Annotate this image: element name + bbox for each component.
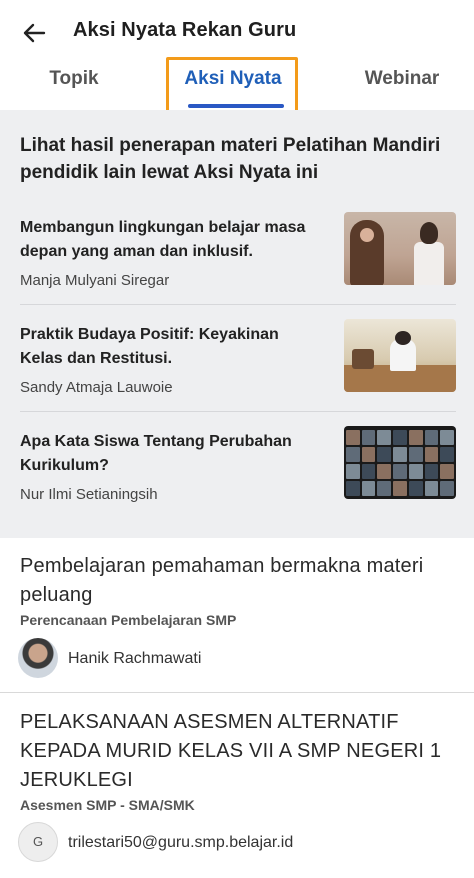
- post-author: Hanik Rachmawati: [68, 650, 202, 667]
- featured-item[interactable]: Apa Kata Siswa Tentang Perubahan Kurikul…: [20, 426, 456, 536]
- app-screen: Aksi Nyata Rekan Guru Topik Aksi Nyata W…: [0, 0, 474, 878]
- featured-item-author: Nur Ilmi Setianingsih: [20, 486, 158, 503]
- featured-item-thumbnail: [344, 212, 456, 285]
- featured-item-author: Sandy Atmaja Lauwoie: [20, 379, 173, 396]
- page-title: Aksi Nyata Rekan Guru: [73, 19, 297, 41]
- divider: [0, 692, 474, 693]
- back-button[interactable]: [18, 18, 50, 48]
- featured-section: Lihat hasil penerapan materi Pelatihan M…: [0, 110, 474, 538]
- top-app-bar: Aksi Nyata Rekan Guru: [0, 0, 474, 64]
- tab-bar: Topik Aksi Nyata Webinar: [0, 58, 474, 108]
- featured-item[interactable]: Membangun lingkungan belajar masa depan …: [20, 212, 456, 322]
- post-category: Perencanaan Pembelajaran SMP: [20, 612, 237, 628]
- post-title: Pembelajaran pemahaman bermakna materi p…: [20, 555, 424, 606]
- featured-item-title: Praktik Budaya Positif: Keyakinan Kelas …: [20, 326, 279, 367]
- tab-webinar[interactable]: Webinar: [360, 68, 444, 104]
- featured-item-thumbnail: [344, 319, 456, 392]
- arrow-left-icon: [23, 23, 46, 43]
- list-item[interactable]: PELAKSANAAN ASESMEN ALTERNATIF KEPADA MU…: [0, 694, 474, 878]
- featured-item[interactable]: Praktik Budaya Positif: Keyakinan Kelas …: [20, 319, 456, 429]
- avatar: [18, 638, 58, 678]
- list-item[interactable]: Pembelajaran pemahaman bermakna materi p…: [0, 538, 474, 694]
- post-title: PELAKSANAAN ASESMEN ALTERNATIF KEPADA MU…: [20, 711, 442, 791]
- active-tab-indicator: [188, 104, 284, 108]
- post-category: Asesmen SMP - SMA/SMK: [20, 797, 195, 813]
- avatar: G: [18, 822, 58, 862]
- featured-heading: Lihat hasil penerapan materi Pelatihan M…: [20, 135, 441, 183]
- featured-item-title: Apa Kata Siswa Tentang Perubahan Kurikul…: [20, 433, 292, 474]
- featured-item-title: Membangun lingkungan belajar masa depan …: [20, 219, 306, 260]
- featured-item-author: Manja Mulyani Siregar: [20, 272, 170, 289]
- divider: [20, 411, 456, 412]
- tab-topik[interactable]: Topik: [44, 68, 104, 104]
- divider: [20, 304, 456, 305]
- tab-aksi-nyata[interactable]: Aksi Nyata: [168, 68, 298, 104]
- post-author: trilestari50@guru.smp.belajar.id: [68, 834, 294, 851]
- featured-item-thumbnail: [344, 426, 456, 499]
